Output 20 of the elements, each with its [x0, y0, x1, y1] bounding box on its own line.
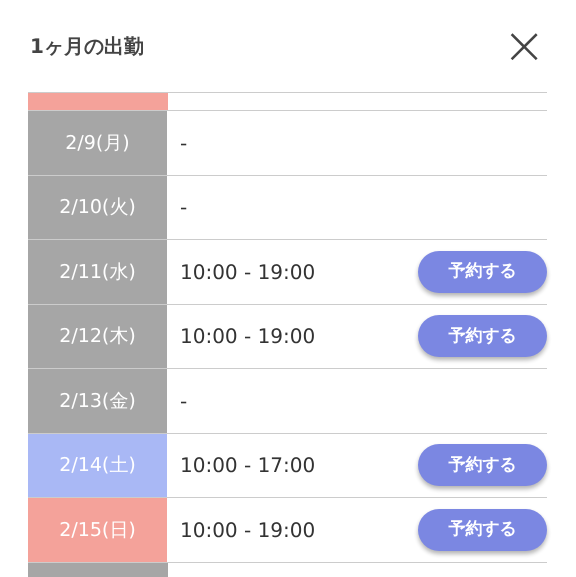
- date-cell: 2/10(火): [28, 176, 168, 239]
- dialog-title: 1ヶ月の出勤: [30, 33, 144, 60]
- hours-text: 10:00 - 19:00: [180, 323, 316, 350]
- reserve-button[interactable]: 予約する: [418, 250, 547, 293]
- hours-text: -: [180, 194, 188, 222]
- hours-text: 10:00 - 19:00: [180, 516, 316, 544]
- hours-text: -: [180, 388, 188, 415]
- hours-text: 10:00 - 17:00: [180, 452, 316, 480]
- reserve-button[interactable]: 予約する: [418, 508, 547, 551]
- date-cell: 2/12(木): [28, 304, 168, 368]
- date-cell: 2/15(日): [28, 498, 168, 562]
- reserve-button[interactable]: 予約する: [418, 444, 547, 486]
- reserve-button[interactable]: 予約する: [418, 315, 547, 358]
- date-cell: 2/13(金): [28, 369, 168, 432]
- date-cell: 2/9(月): [28, 111, 168, 174]
- date-cell: 2/11(水): [28, 240, 168, 304]
- hours-text: 10:00 - 19:00: [180, 258, 316, 286]
- close-button[interactable]: ×: [502, 20, 546, 72]
- date-cell: 2/14(土): [28, 434, 168, 497]
- hours-text: -: [180, 130, 188, 157]
